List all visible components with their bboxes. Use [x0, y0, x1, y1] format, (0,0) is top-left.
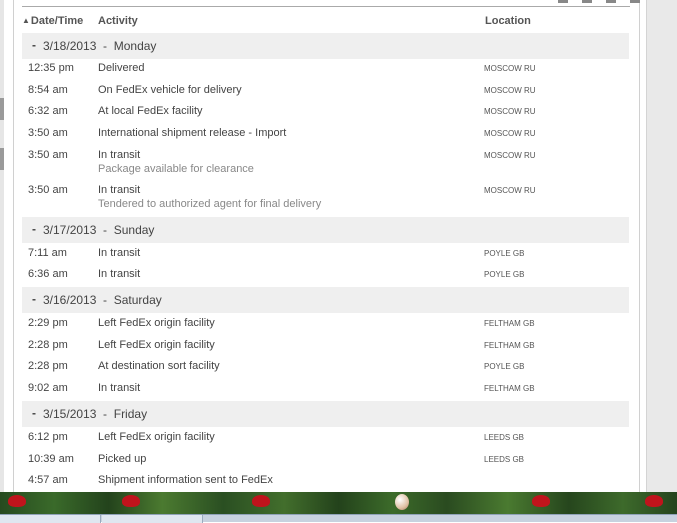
panel-control[interactable]	[582, 0, 592, 3]
event-time: 3:50 am	[28, 184, 68, 196]
event-location: POYLE GB	[484, 270, 525, 279]
ornament-icon	[395, 494, 409, 510]
edge-marker	[0, 148, 4, 170]
event-activity: In transit	[98, 382, 141, 394]
panel-control[interactable]	[606, 0, 616, 3]
day-group-header[interactable]: -3/15/2013 - Friday	[22, 401, 629, 427]
event-location: MOSCOW RU	[484, 86, 536, 95]
ribbon-bow-icon	[122, 495, 140, 507]
collapse-icon[interactable]: -	[32, 222, 36, 236]
datetime-header-label: Date/Time	[30, 15, 84, 27]
event-time: 3:50 am	[28, 149, 68, 161]
event-time: 7:11 am	[28, 247, 67, 259]
event-activity: Left FedEx origin facility	[98, 317, 215, 329]
right-side-panel	[646, 0, 677, 492]
day-group-header[interactable]: -3/18/2013 - Monday	[22, 33, 629, 59]
event-location: MOSCOW RU	[484, 186, 536, 195]
event-location: MOSCOW RU	[484, 107, 536, 116]
event-time: 6:12 pm	[28, 431, 68, 443]
event-note: Package available for clearance	[98, 163, 254, 175]
collapse-icon[interactable]: -	[32, 406, 36, 420]
event-activity: Left FedEx origin facility	[98, 431, 215, 443]
event-activity: Shipment information sent to FedEx	[98, 474, 273, 486]
event-location: MOSCOW RU	[484, 64, 536, 73]
event-activity: At destination sort facility	[98, 360, 220, 372]
day-weekday: Monday	[113, 39, 157, 53]
event-time: 2:28 pm	[28, 360, 68, 372]
day-weekday: Saturday	[113, 293, 162, 307]
day-group-header[interactable]: -3/16/2013 - Saturday	[22, 287, 629, 313]
day-date: 3/15/2013	[43, 407, 97, 421]
ribbon-bow-icon	[8, 495, 26, 507]
event-location: FELTHAM GB	[484, 384, 535, 393]
day-label: 3/15/2013 - Friday	[43, 407, 148, 421]
table-header: ▲Date/Time Activity Location	[22, 6, 630, 33]
event-location: POYLE GB	[484, 362, 525, 371]
event-time: 3:50 am	[28, 127, 68, 139]
day-date: 3/16/2013	[43, 293, 97, 307]
day-group-header[interactable]: -3/17/2013 - Sunday	[22, 217, 629, 243]
event-activity: Delivered	[98, 62, 145, 74]
event-location: MOSCOW RU	[484, 151, 536, 160]
event-activity: Left FedEx origin facility	[98, 339, 215, 351]
edge-marker	[0, 98, 4, 120]
collapse-icon[interactable]: -	[32, 38, 36, 52]
day-date: 3/18/2013	[43, 39, 97, 53]
day-label: 3/16/2013 - Saturday	[43, 293, 162, 307]
collapse-icon[interactable]: -	[32, 292, 36, 306]
event-activity: In transit	[98, 268, 141, 280]
ribbon-bow-icon	[645, 495, 663, 507]
event-activity: In transit	[98, 149, 141, 161]
ribbon-bow-icon	[532, 495, 550, 507]
event-location: POYLE GB	[484, 249, 525, 258]
event-time: 2:28 pm	[28, 339, 68, 351]
activity-column-header[interactable]: Activity	[98, 15, 138, 27]
event-time: 10:39 am	[28, 453, 74, 465]
event-location: MOSCOW RU	[484, 129, 536, 138]
event-time: 2:29 pm	[28, 317, 68, 329]
event-activity: International shipment release - Import	[98, 127, 287, 139]
event-time: 8:54 am	[28, 84, 68, 96]
day-weekday: Friday	[113, 407, 148, 421]
event-time: 4:57 am	[28, 474, 68, 486]
event-activity: In transit	[98, 184, 141, 196]
event-location: FELTHAM GB	[484, 341, 535, 350]
event-location: FELTHAM GB	[484, 319, 535, 328]
event-activity: At local FedEx facility	[98, 105, 203, 117]
panel-top-controls	[544, 0, 654, 3]
day-label: 3/18/2013 - Monday	[43, 39, 157, 53]
day-weekday: Sunday	[113, 223, 155, 237]
ribbon-bow-icon	[252, 495, 270, 507]
sort-ascending-icon: ▲	[22, 16, 30, 25]
event-location: LEEDS GB	[484, 433, 525, 442]
day-label: 3/17/2013 - Sunday	[43, 223, 155, 237]
event-time: 6:32 am	[28, 105, 68, 117]
desktop-wallpaper-strip	[0, 492, 677, 514]
event-time: 9:02 am	[28, 382, 68, 394]
event-activity: In transit	[98, 247, 141, 259]
event-activity: Picked up	[98, 453, 147, 465]
location-column-header[interactable]: Location	[485, 15, 531, 27]
event-time: 12:35 pm	[28, 62, 74, 74]
datetime-column-header[interactable]: ▲Date/Time	[22, 15, 83, 27]
event-activity: On FedEx vehicle for delivery	[98, 84, 242, 96]
panel-control[interactable]	[558, 0, 568, 3]
window-left-edge	[0, 0, 4, 492]
panel-control[interactable]	[630, 0, 640, 3]
day-date: 3/17/2013	[43, 223, 97, 237]
taskbar	[0, 514, 677, 523]
event-note: Tendered to authorized agent for final d…	[98, 198, 322, 210]
event-location: LEEDS GB	[484, 455, 525, 464]
event-time: 6:36 am	[28, 268, 68, 280]
